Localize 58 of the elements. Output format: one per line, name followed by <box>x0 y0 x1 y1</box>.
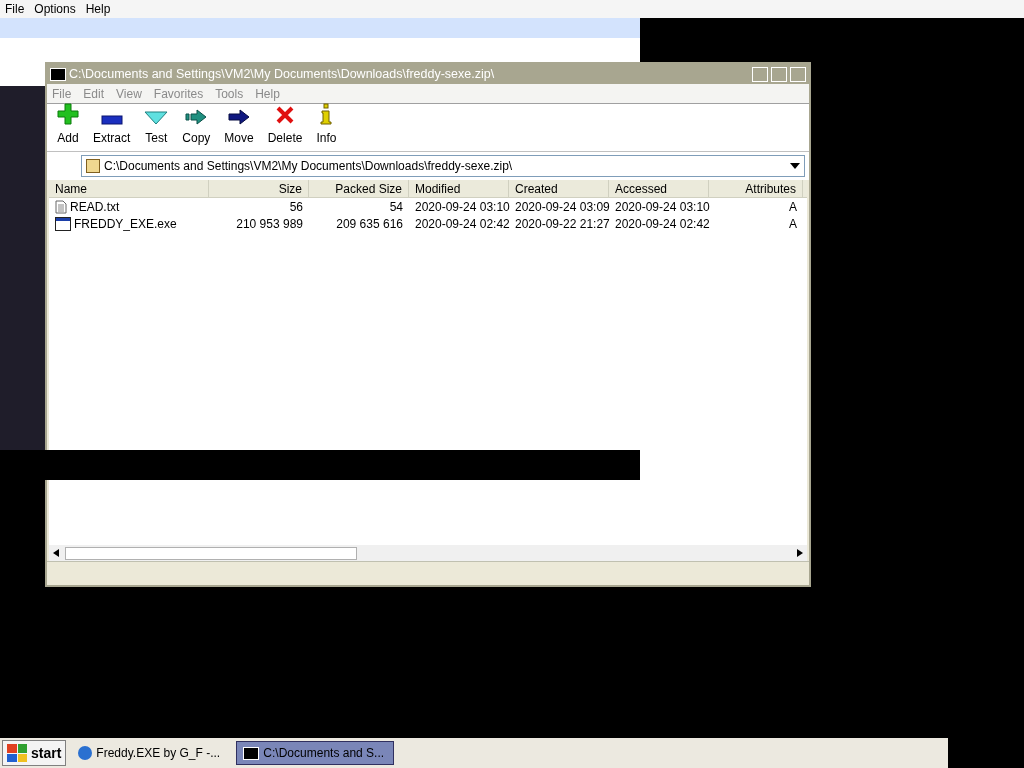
arrow-right-icon <box>185 109 208 125</box>
app-logo-icon <box>50 67 66 81</box>
column-header[interactable]: Accessed <box>609 180 709 197</box>
plus-icon <box>57 103 79 125</box>
maximize-button[interactable] <box>771 66 787 82</box>
scroll-right-icon[interactable] <box>797 549 803 557</box>
minus-icon <box>100 115 123 125</box>
table-cell-text: 2020-09-24 02:42 <box>414 215 509 233</box>
table-cell-text: 2020-09-24 02:42 <box>614 215 709 233</box>
table-cell-text: 210 953 989 <box>235 215 304 233</box>
menu-item[interactable]: File <box>0 0 30 18</box>
text-file-icon <box>55 199 67 214</box>
globe-icon <box>78 746 93 760</box>
file-name[interactable]: READ.txt <box>49 197 209 216</box>
horizontal-scrollbar[interactable] <box>49 545 807 561</box>
chevron-down-icon <box>144 111 169 125</box>
column-header[interactable]: Created <box>509 180 609 197</box>
program-window-icon <box>55 216 71 231</box>
table-cell-text: 2020-09-24 03:10 <box>614 198 709 216</box>
toolbar-button[interactable]: Move <box>224 103 254 147</box>
column-header[interactable]: Name <box>49 180 209 197</box>
window-title: C:\Documents and Settings\VM2\My Documents\Downloads\freddy-sexe.zip\ <box>69 65 496 83</box>
column-header[interactable]: Attributes <box>709 180 803 197</box>
toolbar-button[interactable]: Info <box>316 103 337 147</box>
table-cell-text: A <box>788 198 798 216</box>
taskbar-button[interactable]: Freddy.EXE by G_F -... <box>72 741 231 765</box>
close-button[interactable] <box>790 66 806 82</box>
start-button[interactable]: start <box>2 740 67 766</box>
address-field[interactable]: C:\Documents and Settings\VM2\My Documents\Downloads\freddy-sexe.zip\ <box>81 155 805 177</box>
arrow-right-icon <box>228 109 251 125</box>
file-name[interactable]: FREDDY_EXE.exe <box>49 214 209 233</box>
table-cell-text: 2020-09-24 03:10 <box>414 198 509 216</box>
column-header[interactable]: Modified <box>409 180 509 197</box>
column-header[interactable]: Size <box>209 180 309 197</box>
info-icon <box>320 103 333 125</box>
windows-logo-icon <box>7 744 27 762</box>
app-logo-icon <box>243 746 260 760</box>
table-cell-text: 2020-09-24 03:09 <box>514 198 609 216</box>
menu-item[interactable]: Help <box>80 0 116 18</box>
table-cell-text: 209 635 616 <box>335 215 404 233</box>
table-cell-text: A <box>788 215 798 233</box>
archive-folder-icon <box>86 159 100 173</box>
taskbar-button[interactable]: C:\Documents and S... <box>236 741 395 765</box>
table-cell-text: 2020-09-22 21:27 <box>514 215 609 233</box>
table-cell-text: 56 <box>288 198 304 216</box>
scroll-left-icon[interactable] <box>53 549 59 557</box>
dropdown-arrow-icon <box>790 163 800 169</box>
toolbar-button[interactable]: Test <box>144 103 169 147</box>
menu-item[interactable]: Options <box>29 0 81 18</box>
toolbar-button[interactable]: Add <box>57 103 79 147</box>
column-header[interactable]: Packed Size <box>309 180 409 197</box>
toolbar-button[interactable]: Extract <box>93 103 131 147</box>
toolbar-button[interactable]: Delete <box>267 103 303 147</box>
minimize-button[interactable] <box>752 66 768 82</box>
scrollbar-thumb[interactable] <box>65 546 357 560</box>
close-icon <box>275 105 296 125</box>
table-cell-text: 54 <box>388 198 404 216</box>
toolbar-button[interactable]: Copy <box>182 103 211 147</box>
